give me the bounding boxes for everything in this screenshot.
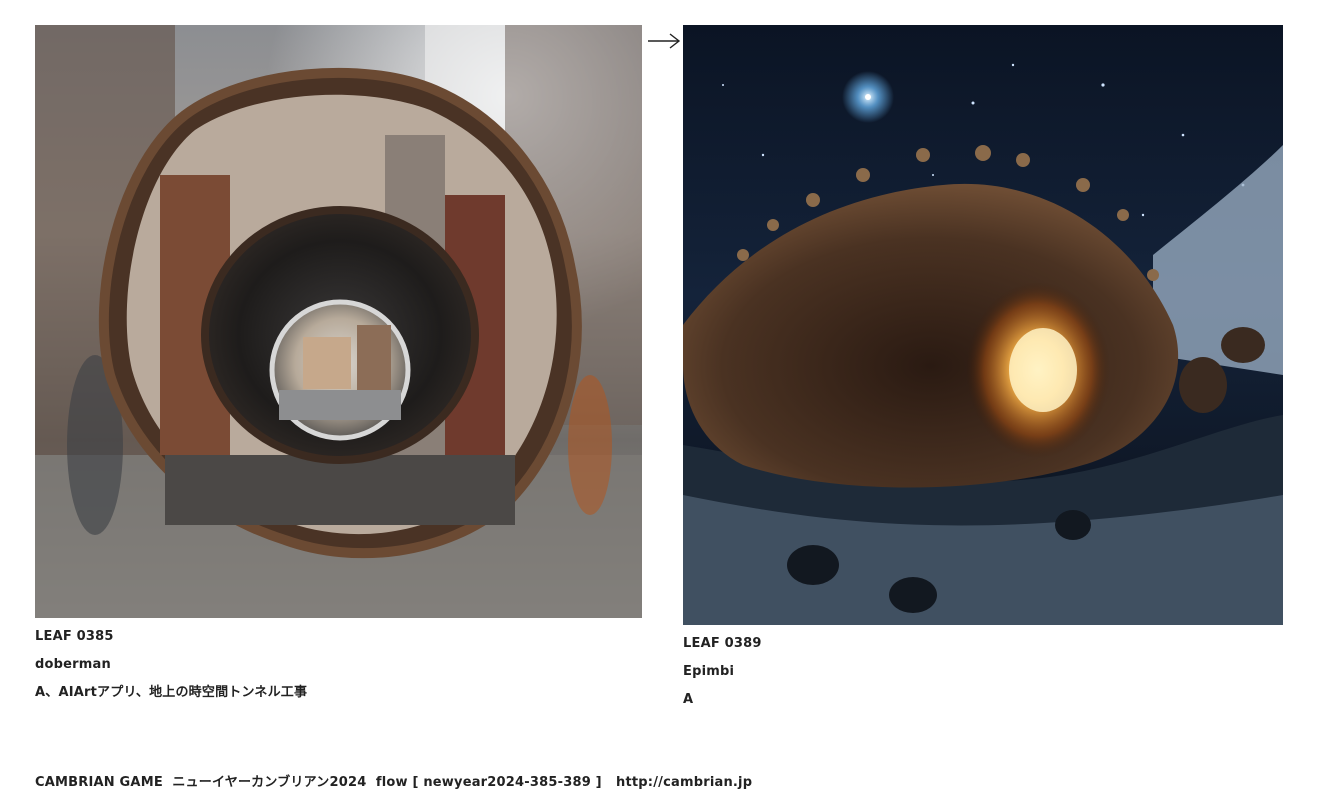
author-name[interactable]: doberman (35, 651, 642, 679)
footer-title: CAMBRIAN GAME ニューイヤーカンブリアン2024 flow [ ne… (35, 775, 602, 790)
glowing-cave-artwork (683, 25, 1283, 625)
leaf-description: A、AIArtアプリ、地上の時空間トンネル工事 (35, 685, 308, 700)
leaf-card-0385: LEAF 0385 doberman A、AIArtアプリ、地上の時空間トンネル… (35, 25, 642, 707)
leaf-image-0385[interactable] (35, 25, 642, 618)
tunnel-street-artwork (35, 25, 642, 618)
author-name[interactable]: Epimbi (683, 658, 1283, 686)
leaf-description: A (683, 692, 694, 707)
leaf-image-0389[interactable] (683, 25, 1283, 625)
flow-arrow-icon (647, 30, 681, 52)
leaf-card-0389: LEAF 0389 Epimbi A (683, 25, 1283, 714)
footer: CAMBRIAN GAME ニューイヤーカンブリアン2024 flow [ ne… (35, 771, 752, 790)
leaf-id: LEAF 0389 (683, 636, 762, 651)
leaf-id: LEAF 0385 (35, 629, 114, 644)
site-link[interactable]: http://cambrian.jp (616, 775, 752, 790)
